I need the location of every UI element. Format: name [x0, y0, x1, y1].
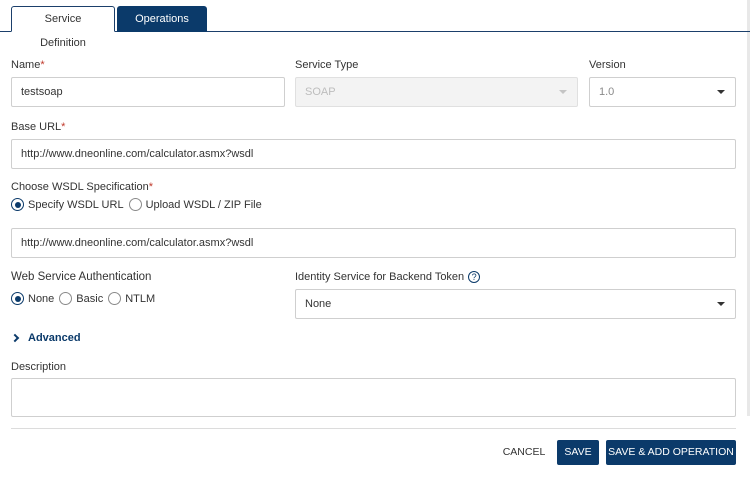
chevron-down-icon [559, 90, 567, 94]
name-label: Name* [11, 59, 45, 71]
service-type-label: Service Type [295, 59, 359, 71]
radio-auth-basic[interactable] [59, 292, 73, 305]
advanced-label: Advanced [28, 332, 81, 344]
name-input[interactable]: testsoap [11, 77, 285, 107]
base-url-label-text: Base URL [11, 121, 62, 133]
identity-service-value: None [305, 298, 332, 310]
identity-service-label: Identity Service for Backend Token? [295, 271, 481, 284]
required-mark: * [61, 121, 66, 133]
wsdl-spec-radio-group: Specify WSDL URL Upload WSDL / ZIP File [11, 198, 267, 211]
tab-operations-list[interactable]: Operations List [117, 6, 207, 49]
radio-specify-wsdl-url[interactable] [11, 198, 24, 211]
chevron-down-icon [717, 302, 725, 306]
radio-label-auth-basic[interactable]: Basic [76, 293, 103, 305]
radio-label-upload-wsdl-zip[interactable]: Upload WSDL / ZIP File [146, 199, 262, 211]
radio-label-specify-wsdl-url[interactable]: Specify WSDL URL [28, 199, 124, 211]
radio-auth-ntlm[interactable] [108, 292, 122, 305]
footer-divider [11, 428, 736, 429]
wsdl-spec-label: Choose WSDL Specification* [11, 181, 153, 193]
name-label-text: Name [11, 59, 41, 71]
service-type-select: SOAP [295, 77, 578, 107]
chevron-down-icon [717, 90, 725, 94]
cancel-button[interactable]: CANCEL [498, 440, 550, 465]
radio-label-auth-ntlm[interactable]: NTLM [125, 293, 155, 305]
save-and-add-operation-button[interactable]: SAVE & ADD OPERATION [606, 440, 736, 465]
identity-service-label-text: Identity Service for Backend Token [295, 271, 465, 283]
identity-service-select[interactable]: None [295, 289, 736, 319]
tab-service-definition[interactable]: Service Definition [11, 6, 115, 49]
base-url-input[interactable]: http://www.dneonline.com/calculator.asmx… [11, 139, 736, 169]
wsdl-spec-label-text: Choose WSDL Specification [11, 181, 149, 193]
description-label: Description [11, 361, 67, 373]
radio-label-auth-none[interactable]: None [28, 293, 54, 305]
wsdl-url-input[interactable]: http://www.dneonline.com/calculator.asmx… [11, 228, 736, 258]
radio-auth-none[interactable] [11, 292, 24, 305]
auth-radio-group: None Basic NTLM [11, 292, 160, 305]
version-value: 1.0 [599, 86, 615, 98]
required-mark: * [148, 181, 154, 193]
advanced-toggle[interactable]: Advanced [10, 332, 81, 344]
description-textarea[interactable] [11, 378, 736, 417]
version-label: Version [589, 59, 626, 71]
required-mark: * [40, 59, 45, 71]
help-icon[interactable]: ? [468, 271, 481, 284]
base-url-label: Base URL* [11, 121, 65, 133]
version-select[interactable]: 1.0 [589, 77, 736, 107]
chevron-right-icon [10, 333, 20, 343]
service-type-value: SOAP [305, 86, 336, 98]
save-button[interactable]: SAVE [557, 440, 599, 465]
auth-label: Web Service Authentication [11, 271, 152, 283]
radio-upload-wsdl-zip[interactable] [128, 198, 142, 211]
